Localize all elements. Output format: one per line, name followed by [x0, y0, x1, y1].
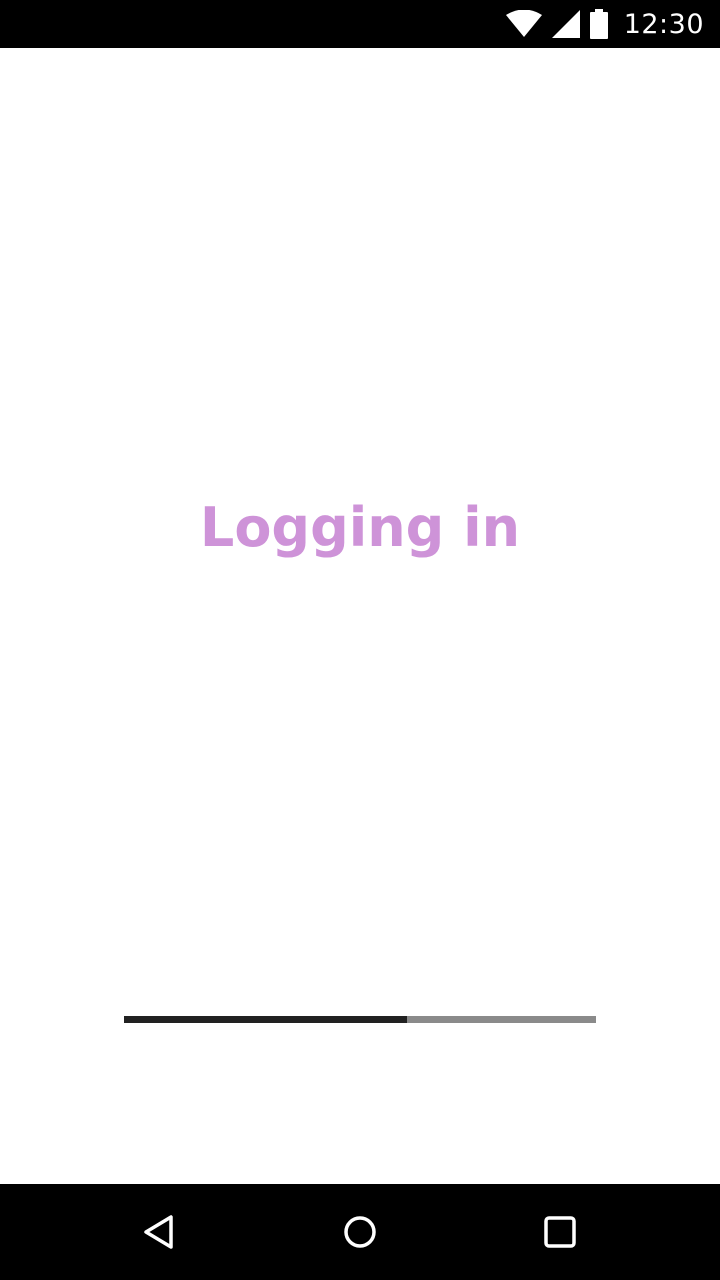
logging-in-title: Logging in [199, 496, 521, 559]
status-icons: 12:30 [505, 0, 704, 48]
login-progress-screen: Logging in [0, 48, 720, 1184]
screen: 12:30 Logging in [0, 0, 720, 1280]
login-progress-bar [124, 1016, 596, 1023]
navigation-bar [0, 1184, 720, 1280]
recents-icon [544, 1216, 576, 1248]
wifi-icon [505, 10, 542, 38]
home-button[interactable] [336, 1208, 384, 1256]
back-button[interactable] [136, 1208, 184, 1256]
cellular-signal-icon [551, 10, 580, 38]
recents-button[interactable] [536, 1208, 584, 1256]
home-icon [344, 1216, 376, 1248]
battery-icon [589, 9, 608, 39]
status-time: 12:30 [623, 8, 704, 40]
back-icon [144, 1215, 173, 1249]
status-bar: 12:30 [0, 0, 720, 48]
progress-bar-fill [124, 1016, 408, 1023]
